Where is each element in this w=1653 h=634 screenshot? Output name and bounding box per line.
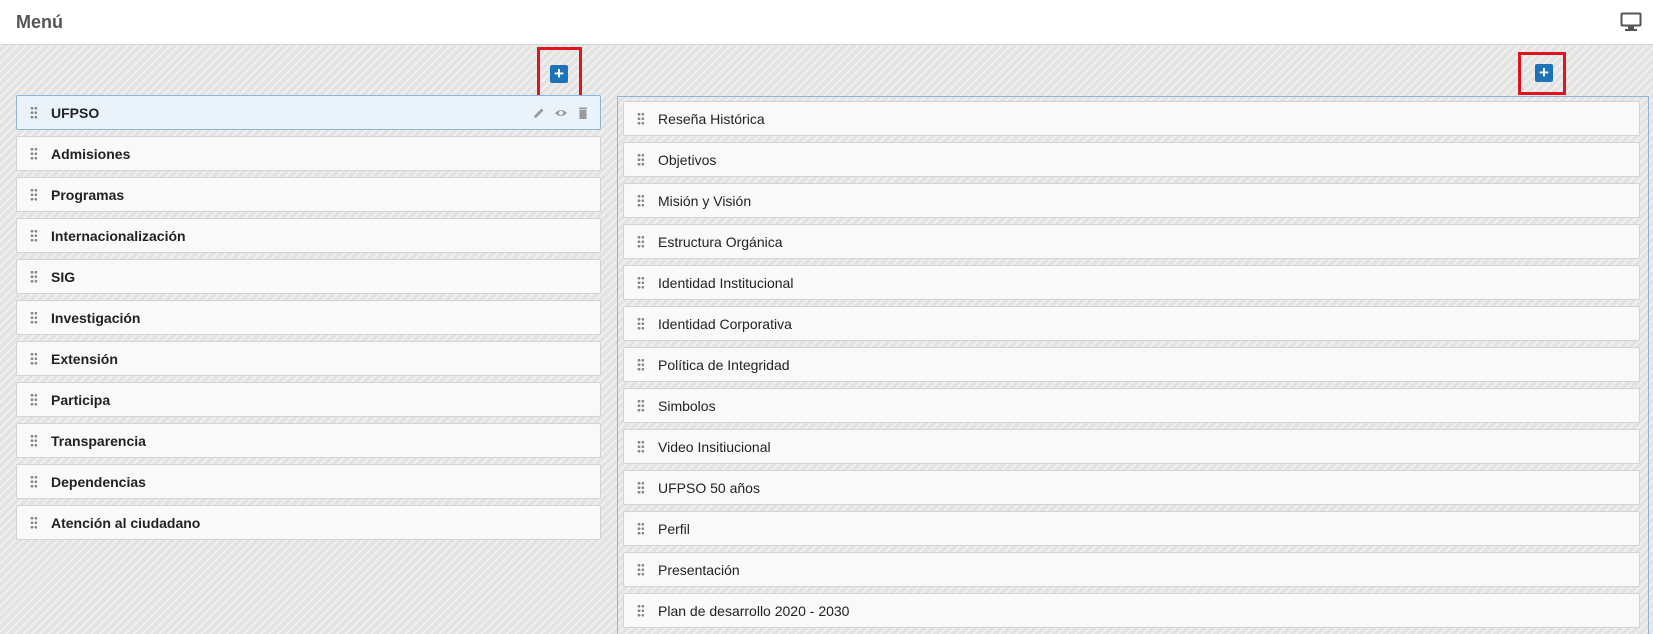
drag-handle-icon[interactable] [637,358,644,371]
drag-handle-icon[interactable] [30,516,37,529]
drag-handle-icon[interactable] [30,475,37,488]
trash-icon[interactable] [576,106,590,120]
menu-item-participa[interactable]: Participa [16,382,601,417]
page-title: Menú [16,12,63,32]
drag-handle-icon[interactable] [30,311,37,324]
menu-item-label: Atención al ciudadano [51,514,201,531]
item-actions [532,106,590,120]
menu-item-atencion-ciudadano[interactable]: Atención al ciudadano [16,505,601,540]
submenu-item-label: UFPSO 50 años [658,479,760,496]
menu-item-internacionalizacion[interactable]: Internacionalización [16,218,601,253]
add-menu-item-button[interactable]: + [550,65,568,83]
menu-item-programas[interactable]: Programas [16,177,601,212]
drag-handle-icon[interactable] [30,229,37,242]
drag-handle-icon[interactable] [637,276,644,289]
menu-item-label: Admisiones [51,145,131,162]
menu-item-ufpso[interactable]: UFPSO [16,95,601,130]
submenu-item-label: Plan de desarrollo 2020 - 2030 [658,602,850,619]
submenu-item[interactable]: UFPSO 50 años [623,470,1640,505]
menu-item-label: Internacionalización [51,227,186,244]
menu-item-label: Dependencias [51,473,146,490]
drag-handle-icon[interactable] [637,317,644,330]
drag-handle-icon[interactable] [637,604,644,617]
menu-item-label: Participa [51,391,111,408]
submenu-item[interactable]: Identidad Corporativa [623,306,1640,341]
submenu-item[interactable]: Estructura Orgánica [623,224,1640,259]
drag-handle-icon[interactable] [30,393,37,406]
menu-list: UFPSO Admisiones Programas Internacional… [16,95,601,546]
eye-icon[interactable] [554,106,568,120]
menu-item-label: Transparencia [51,432,146,449]
submenu-item-label: Video Insitiucional [658,438,771,455]
drag-handle-icon[interactable] [637,112,644,125]
drag-handle-icon[interactable] [30,147,37,160]
submenu-item[interactable]: Política de Integridad [623,347,1640,382]
submenu-item[interactable]: Presentación [623,552,1640,587]
submenu-item[interactable]: Identidad Institucional [623,265,1640,300]
drag-handle-icon[interactable] [637,481,644,494]
submenu-panel: Reseña Histórica Objetivos Misión y Visi… [617,96,1649,634]
submenu-item-label: Estructura Orgánica [658,233,783,250]
pencil-icon[interactable] [532,106,546,120]
menu-item-label: SIG [51,268,76,285]
menu-item-extension[interactable]: Extensión [16,341,601,376]
submenu-item[interactable]: Video Insitiucional [623,429,1640,464]
submenu-item[interactable]: Perfil [623,511,1640,546]
submenu-item[interactable]: Reseña Histórica [623,101,1640,136]
drag-handle-icon[interactable] [30,270,37,283]
menu-item-label: Extensión [51,350,118,367]
submenu-item-label: Identidad Institucional [658,274,794,291]
submenu-item-label: Objetivos [658,151,717,168]
menu-item-label: UFPSO [51,104,100,121]
menu-item-dependencias[interactable]: Dependencias [16,464,601,499]
drag-handle-icon[interactable] [30,106,37,119]
add-submenu-item-button[interactable]: + [1535,64,1553,82]
top-bar: Menú [0,0,1653,45]
drag-handle-icon[interactable] [30,188,37,201]
menu-item-label: Programas [51,186,125,203]
submenu-item[interactable]: Misión y Visión [623,183,1640,218]
drag-handle-icon[interactable] [637,194,644,207]
drag-handle-icon[interactable] [637,399,644,412]
submenu-list: Reseña Histórica Objetivos Misión y Visi… [623,101,1640,634]
submenu-item-label: Reseña Histórica [658,110,765,127]
drag-handle-icon[interactable] [637,235,644,248]
submenu-item-label: Perfil [658,520,690,537]
drag-handle-icon[interactable] [637,522,644,535]
menu-item-transparencia[interactable]: Transparencia [16,423,601,458]
drag-handle-icon[interactable] [637,153,644,166]
monitor-icon[interactable] [1620,12,1642,32]
drag-handle-icon[interactable] [637,563,644,576]
submenu-item-label: Misión y Visión [658,192,752,209]
submenu-item-label: Política de Integridad [658,356,790,373]
menu-item-label: Investigación [51,309,141,326]
submenu-item-label: Presentación [658,561,740,578]
submenu-item-label: Identidad Corporativa [658,315,792,332]
menu-item-sig[interactable]: SIG [16,259,601,294]
submenu-item[interactable]: Objetivos [623,142,1640,177]
submenu-item-label: Simbolos [658,397,716,414]
menu-item-investigacion[interactable]: Investigación [16,300,601,335]
submenu-item[interactable]: Simbolos [623,388,1640,423]
drag-handle-icon[interactable] [30,434,37,447]
drag-handle-icon[interactable] [30,352,37,365]
submenu-item[interactable]: Plan de desarrollo 2020 - 2030 [623,593,1640,628]
drag-handle-icon[interactable] [637,440,644,453]
menu-item-admisiones[interactable]: Admisiones [16,136,601,171]
